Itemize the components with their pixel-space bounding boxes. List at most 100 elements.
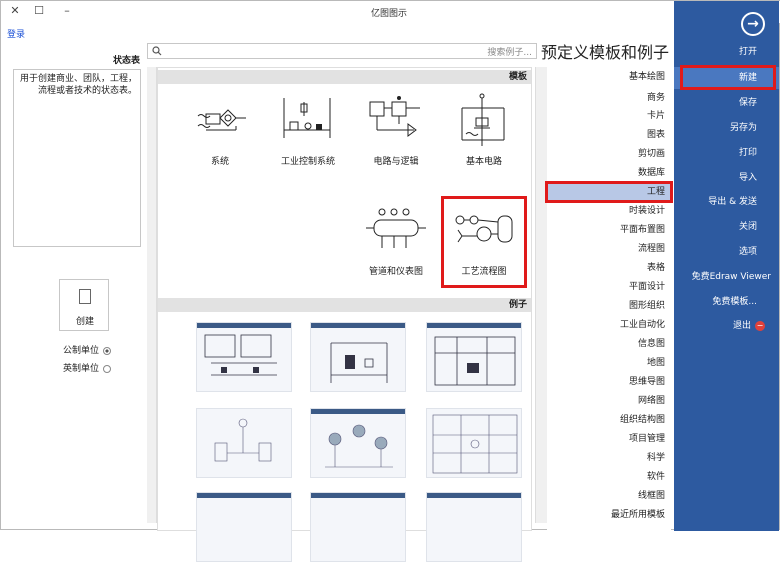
search-placeholder: 搜索例子... [487, 48, 532, 58]
new-document-icon [79, 289, 91, 304]
exit-icon: − [755, 320, 765, 331]
app-window: ✕ ☐ – 亿图图示 登录 状态表 用于创建商业、团队，工程，流程或者技术的状态… [0, 0, 780, 562]
create-button-label: 创建 [75, 317, 94, 327]
search-input[interactable]: 搜索例子... [147, 43, 537, 59]
nav-save-as[interactable]: 另存为 [674, 117, 779, 139]
category-item[interactable]: 最近所用模板 [547, 505, 671, 525]
example-thumbnail-header [197, 493, 291, 498]
template-circuit-logic[interactable]: 电路与逻辑 [356, 90, 436, 180]
circuit-logic-icon [369, 96, 420, 137]
nav-exit-label: 退出 [732, 321, 751, 331]
login-link[interactable]: 登录 [7, 27, 25, 40]
nav-options[interactable]: 选项 [674, 241, 779, 263]
window-title: 亿图图示 [371, 9, 408, 19]
process-flow-highlight [441, 196, 527, 288]
create-button[interactable]: 创建 [59, 279, 109, 331]
template-pipe-instrument[interactable]: 管道和仪表图 [356, 200, 436, 290]
nav-free-templates[interactable]: 免费模板... [674, 291, 779, 313]
category-item[interactable]: 线框图 [547, 486, 671, 506]
template-gallery: 模板 基本电路 电路与逻辑 工业控制系统 系统 工艺流程图 管道和仪表图 例子 [157, 67, 532, 562]
category-item[interactable]: 表格 [547, 258, 671, 278]
template-circuit-logic-label: 电路与逻辑 [373, 157, 419, 167]
category-item[interactable]: 科学 [547, 448, 671, 468]
minimize-icon[interactable]: – [53, 1, 81, 21]
nav-free-viewer[interactable]: 免费Edraw Viewer [674, 266, 779, 288]
example-thumbnail-header [311, 409, 405, 414]
search-icon[interactable] [152, 46, 162, 56]
category-list: 基本绘图 商务 卡片 图表 剪切画 数据库 工程 时装设计 平面布置图 流程图 … [547, 67, 671, 531]
category-item[interactable]: 网络图 [547, 391, 671, 411]
category-item[interactable]: 组织结构图 [547, 410, 671, 430]
title-bar: ✕ ☐ – 亿图图示 [1, 1, 780, 23]
nav-exit[interactable]: 退出 − [674, 315, 779, 337]
nav-import[interactable]: 导入 [674, 167, 779, 189]
example-thumbnail-header [311, 323, 405, 328]
category-item[interactable]: 平面设计 [547, 277, 671, 297]
imperial-units-option[interactable]: 英制单位 [63, 361, 112, 374]
example-thumbnail[interactable] [196, 408, 292, 478]
imperial-units-radio[interactable] [103, 364, 112, 373]
example-thumbnail-header [427, 493, 521, 498]
category-item[interactable]: 数据库 [547, 163, 671, 183]
example-diagram-icon [325, 424, 393, 468]
template-description-text: 用于创建商业、团队，工程，流程或者技术的状态表。 [19, 74, 137, 96]
example-thumbnail[interactable] [426, 322, 522, 392]
category-item[interactable]: 软件 [547, 467, 671, 487]
example-thumbnail-header [427, 323, 521, 328]
example-thumbnail[interactable] [426, 408, 522, 478]
template-basic-circuit[interactable]: 基本电路 [444, 90, 524, 180]
example-thumbnail[interactable] [426, 492, 522, 562]
imperial-units-label: 英制单位 [63, 364, 100, 374]
example-thumbnail[interactable] [310, 322, 406, 392]
template-description: 用于创建商业、团队，工程，流程或者技术的状态表。 [13, 69, 141, 247]
back-arrow-icon[interactable]: → [741, 12, 765, 36]
example-diagram-icon [214, 418, 272, 462]
templates-section-title: 模板 [158, 70, 531, 84]
maximize-icon[interactable]: ☐ [25, 1, 53, 21]
example-diagram-icon [330, 342, 388, 383]
metric-units-label: 公制单位 [63, 346, 100, 356]
category-item[interactable]: 图形组织 [547, 296, 671, 316]
engineering-category-highlight [545, 181, 673, 203]
category-item[interactable]: 时装设计 [547, 201, 671, 221]
template-industrial-control-label: 工业控制系统 [280, 157, 335, 167]
nav-open[interactable]: 打开 [674, 41, 779, 63]
category-item[interactable]: 流程图 [547, 239, 671, 259]
example-thumbnail[interactable] [310, 408, 406, 478]
category-item[interactable]: 思维导图 [547, 372, 671, 392]
category-item[interactable]: 地图 [547, 353, 671, 373]
category-scrollbar[interactable] [535, 67, 547, 523]
example-thumbnail-header [197, 323, 291, 328]
example-thumbnail[interactable] [310, 492, 406, 562]
new-menu-highlight [680, 65, 776, 90]
template-name-heading: 状态表 [113, 56, 141, 66]
nav-print[interactable]: 打印 [674, 142, 779, 164]
category-item[interactable]: 项目管理 [547, 429, 671, 449]
category-item[interactable]: 工业自动化 [547, 315, 671, 335]
nav-save[interactable]: 保存 [674, 92, 779, 114]
category-item[interactable]: 卡片 [547, 106, 671, 126]
nav-export-send[interactable]: 导出 & 发送 [674, 191, 779, 213]
category-item[interactable]: 基本绘图 [547, 67, 671, 87]
template-system[interactable]: 系统 [180, 90, 260, 180]
industrial-control-icon [283, 98, 331, 138]
metric-units-radio[interactable] [103, 346, 112, 355]
category-item[interactable]: 剪切画 [547, 144, 671, 164]
nav-close[interactable]: 关闭 [674, 216, 779, 238]
center-scrollbar[interactable] [147, 67, 157, 523]
category-item[interactable]: 平面布置图 [547, 220, 671, 240]
pipe-instrument-icon [366, 208, 426, 248]
metric-units-option[interactable]: 公制单位 [63, 343, 112, 356]
template-pipe-instrument-label: 管道和仪表图 [368, 267, 423, 277]
template-system-label: 系统 [210, 157, 229, 167]
example-thumbnail[interactable] [196, 492, 292, 562]
example-diagram-icon [432, 414, 518, 474]
template-industrial-control[interactable]: 工业控制系统 [268, 90, 348, 180]
example-thumbnail[interactable] [196, 322, 292, 392]
example-diagram-icon [204, 334, 277, 376]
template-basic-circuit-label: 基本电路 [465, 157, 502, 167]
category-item[interactable]: 图表 [547, 125, 671, 145]
category-item[interactable]: 信息图 [547, 334, 671, 354]
category-item[interactable]: 商务 [547, 88, 671, 108]
example-thumbnail-header [311, 493, 405, 498]
